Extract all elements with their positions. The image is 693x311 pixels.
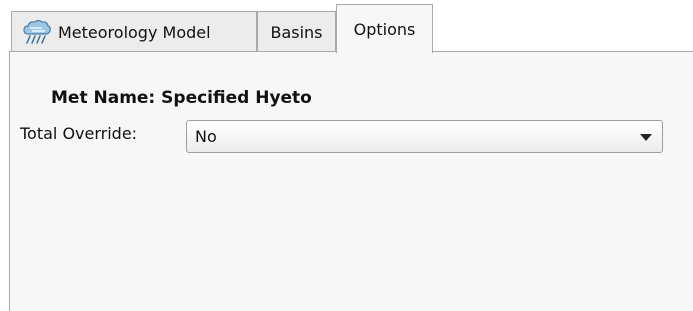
tab-label-meteorology-model: Meteorology Model xyxy=(58,22,211,42)
tab-label-options: Options xyxy=(353,19,416,39)
total-override-value: No xyxy=(195,127,217,146)
meteorology-model-editor: Meteorology Model Basins Options Met Nam… xyxy=(0,0,693,311)
tab-strip: Meteorology Model Basins Options xyxy=(0,0,693,53)
tab-options[interactable]: Options xyxy=(336,4,433,53)
tab-meteorology-model[interactable]: Meteorology Model xyxy=(11,11,257,52)
tab-label-basins: Basins xyxy=(270,22,323,42)
total-override-label: Total Override: xyxy=(20,124,138,143)
met-name-heading: Met Name: Specified Hyeto xyxy=(51,88,312,108)
rain-cloud-icon xyxy=(23,19,51,44)
tab-basins[interactable]: Basins xyxy=(257,11,336,52)
total-override-dropdown[interactable]: No xyxy=(186,120,663,153)
dropdown-arrow-icon[interactable] xyxy=(640,134,652,141)
